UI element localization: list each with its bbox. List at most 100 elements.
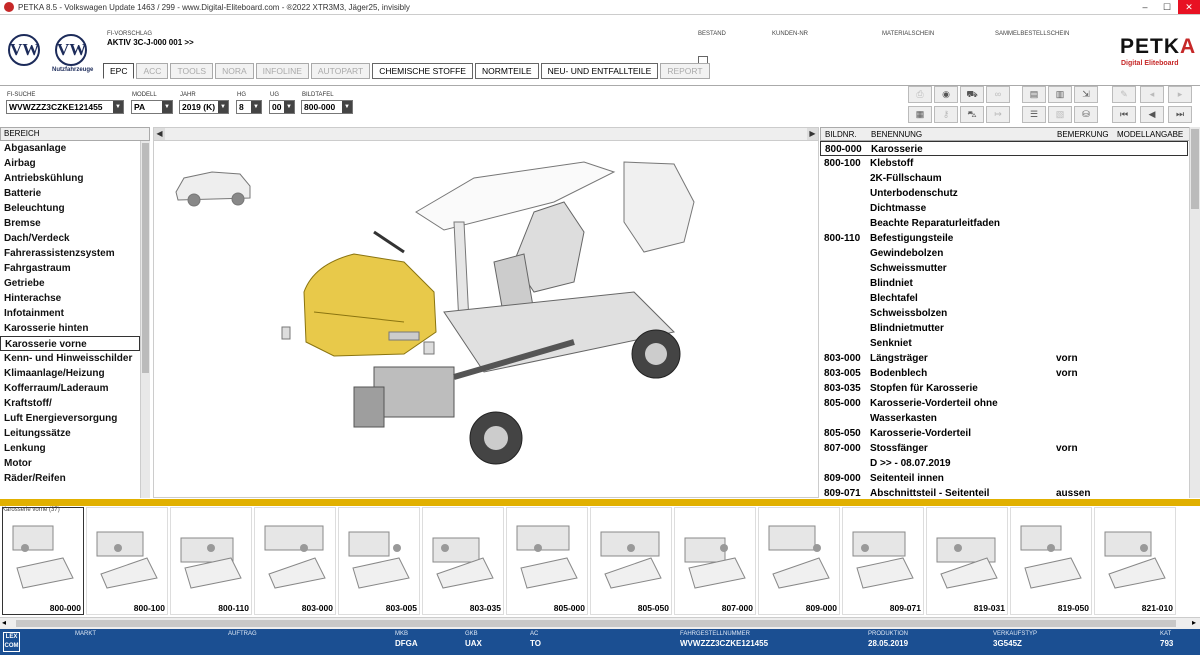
bereich-item[interactable]: Kofferraum/Laderaum [0,381,140,396]
keyboard-icon[interactable]: ▦ [908,106,932,123]
parts-row[interactable]: 809-000 Seitenteil innen [820,471,1188,486]
scroll-left-icon[interactable]: ◂ [2,618,6,627]
pin-icon[interactable]: ✎ [1112,86,1136,103]
vw-nutzfahrzeuge-logo[interactable]: VW [55,34,87,66]
diagram-thumbnail[interactable]: 803-000 [254,507,336,615]
tab-nora[interactable]: NORA [215,63,254,79]
bereich-item[interactable]: Leitungssätze [0,426,140,441]
fi-suche-input[interactable]: WVWZZZ3CZKE121455 ▼ [6,100,124,114]
col-modellangabe[interactable]: MODELLANGABE [1117,129,1183,141]
parts-row[interactable]: 2K-Füllschaum [820,171,1188,186]
parts-row[interactable]: 805-050 Karosserie-Vorderteil [820,426,1188,441]
bereich-item[interactable]: Antriebskühlung [0,171,140,186]
bereich-item[interactable]: Karosserie hinten [0,321,140,336]
parts-row[interactable]: Dichtmasse [820,201,1188,216]
bereich-item[interactable]: Lenkung [0,441,140,456]
parts-row[interactable]: Senkniet [820,336,1188,351]
bereich-item[interactable]: Beleuchtung [0,201,140,216]
tab-acc[interactable]: ACC [136,63,169,79]
cart-add-icon[interactable]: ⛁ [1074,106,1098,123]
diagram-thumbnail[interactable]: 800-100 [86,507,168,615]
tab-autopart[interactable]: AUTOPART [310,63,371,79]
diagram-thumbnail[interactable]: 819-031 [926,507,1008,615]
diagram-thumbnail[interactable]: 809-000 [758,507,840,615]
parts-row[interactable]: D >> - 08.07.2019 [820,456,1188,471]
body-exploded-diagram[interactable] [154,142,818,497]
bereich-item[interactable]: Abgasanlage [0,141,140,156]
bereich-item[interactable]: Airbag [0,156,140,171]
bereich-scrollbar[interactable] [140,141,150,498]
bereich-item[interactable]: Dach/Verdeck [0,231,140,246]
car-front-icon[interactable]: ⛍ [960,106,984,123]
parts-row[interactable]: Unterbodenschutz [820,186,1188,201]
parts-row[interactable]: 803-000 Längsträger vorn [820,351,1188,366]
parts-row[interactable]: Blindniet [820,276,1188,291]
lexcom-logo[interactable]: LEX COM [3,632,20,652]
parts-row[interactable]: Gewindebolzen [820,246,1188,261]
next-icon[interactable]: ▸ [1168,86,1192,103]
last-icon[interactable]: ⏭ [1168,106,1192,123]
col-bildnr[interactable]: BILDNR. [825,129,857,141]
bereich-item[interactable]: Klimaanlage/Heizung [0,366,140,381]
bildtafel-select[interactable]: 800-000 ▼ [301,100,353,114]
tab-normteile[interactable]: NORMTEILE [474,63,539,79]
card-icon[interactable]: ▤ [1022,86,1046,103]
col-benennung[interactable]: BENENNUNG [871,129,922,141]
fi-vorschlag-value[interactable]: AKTIV 3C-J-000 001 >> [107,38,194,47]
bereich-item[interactable]: Fahrgastraum [0,261,140,276]
parts-row[interactable]: Blindnietmutter [820,321,1188,336]
tab-tools[interactable]: TOOLS [170,63,214,79]
parts-row[interactable]: Wasserkasten [820,411,1188,426]
minimize-button[interactable]: – [1134,0,1156,14]
image-scroll-left-icon[interactable]: ◀ [154,128,165,140]
parts-scrollbar[interactable] [1189,127,1200,498]
prev-icon[interactable]: ◂ [1140,86,1164,103]
col-bemerkung[interactable]: BEMERKUNG [1057,129,1109,141]
parts-row[interactable]: 800-100 Klebstoff [820,156,1188,171]
list-icon[interactable]: ☰ [1022,106,1046,123]
printer-icon[interactable]: ⎙ [908,86,932,103]
parts-row[interactable]: 803-005 Bodenblech vorn [820,366,1188,381]
modell-select[interactable]: PA ▼ [131,100,173,114]
parts-row[interactable]: Schweissmutter [820,261,1188,276]
first-icon[interactable]: ⏮ [1112,106,1136,123]
diagram-thumbnail[interactable]: 809-071 [842,507,924,615]
bereich-item[interactable]: Kenn- und Hinweisschilder [0,351,140,366]
parts-row[interactable]: Beachte Reparaturleitfaden [820,216,1188,231]
back-icon[interactable]: ◀ [1140,106,1164,123]
tab-infoline[interactable]: INFOLINE [255,63,309,79]
bereich-item[interactable]: Getriebe [0,276,140,291]
bereich-item[interactable]: Hinterachse [0,291,140,306]
diagram-thumbnail[interactable]: 807-000 [674,507,756,615]
parts-row[interactable]: 803-035 Stopfen für Karosserie [820,381,1188,396]
tab-chemische-stoffe[interactable]: CHEMISCHE STOFFE [372,63,473,79]
parts-row[interactable]: Schweissbolzen [820,306,1188,321]
key-icon[interactable]: ⚷ [934,106,958,123]
bereich-item[interactable]: Räder/Reifen [0,471,140,486]
close-button[interactable]: ✕ [1178,0,1200,14]
tab-report[interactable]: REPORT [660,63,710,79]
tab-neu-entfallteile[interactable]: NEU- UND ENTFALLTEILE [540,63,659,79]
parts-row[interactable]: 800-000 Karosserie [820,141,1188,156]
parts-row[interactable]: Blechtafel [820,291,1188,306]
bereich-item[interactable]: Batterie [0,186,140,201]
hg-select[interactable]: 8 ▼ [236,100,262,114]
maximize-button[interactable]: ☐ [1156,0,1178,14]
arrow-icon[interactable]: ↦ [986,106,1010,123]
diagram-thumbnail[interactable]: 819-050 [1010,507,1092,615]
diagram-thumbnail[interactable]: 803-035 [422,507,504,615]
ug-select[interactable]: 00 ▼ [269,100,295,114]
scroll-right-icon[interactable]: ▸ [1192,618,1196,627]
image-scroll-right-icon[interactable]: ▶ [807,128,818,140]
card2-icon[interactable]: ▥ [1048,86,1072,103]
diagram-thumbnail[interactable]: 800-110 [170,507,252,615]
bereich-item[interactable]: Kraftstoff/ [0,396,140,411]
bereich-item[interactable]: Fahrerassistenzsystem [0,246,140,261]
diagram-thumbnail[interactable]: 821-010 [1094,507,1176,615]
parts-row[interactable]: 805-000 Karosserie-Vorderteil ohne [820,396,1188,411]
diagram-thumbnail[interactable]: 805-050 [590,507,672,615]
vw-logo[interactable]: VW [8,34,40,66]
parts-row[interactable]: 800-110 Befestigungsteile [820,231,1188,246]
tab-epc[interactable]: EPC [103,63,135,79]
bereich-item[interactable]: Motor [0,456,140,471]
